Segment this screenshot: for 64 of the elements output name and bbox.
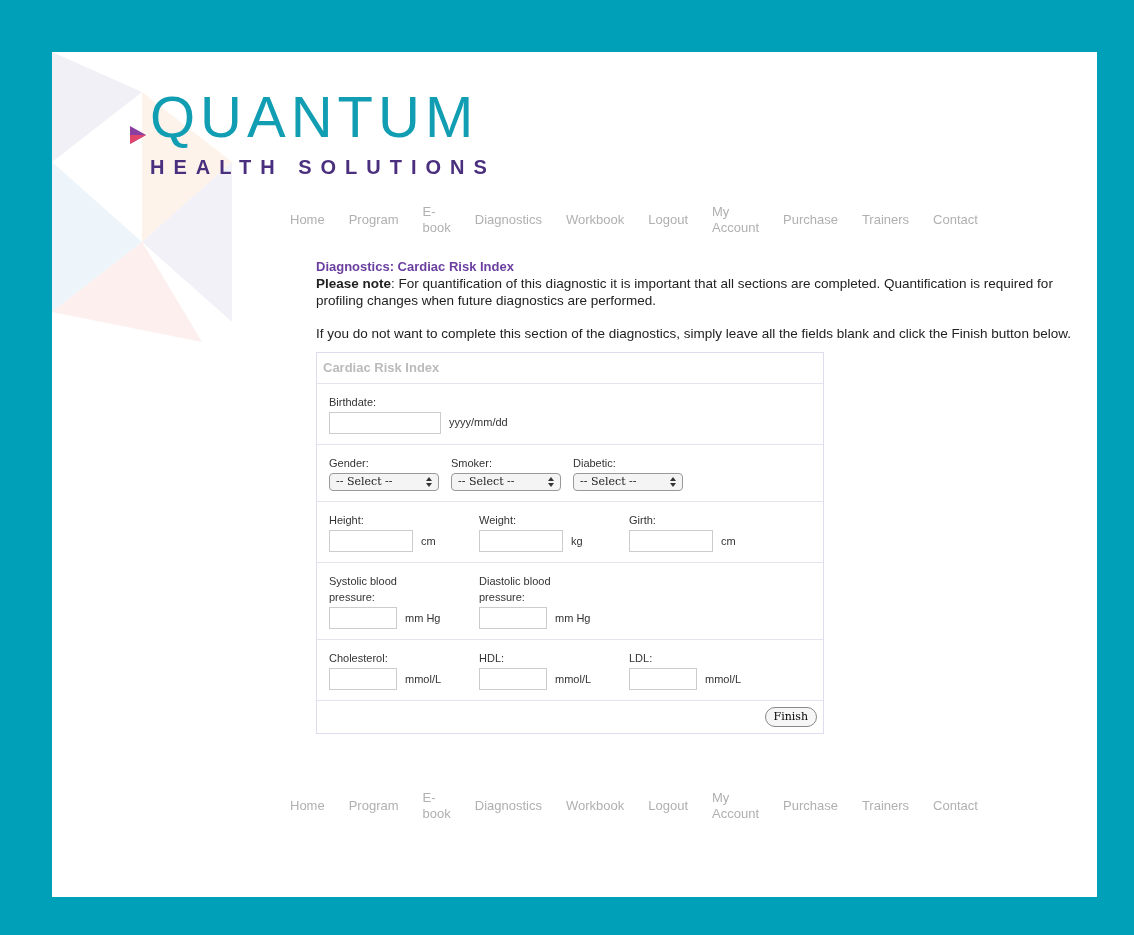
text-input[interactable] — [629, 668, 697, 690]
field-label: HDL: — [479, 651, 506, 666]
unit-label: mmol/L — [405, 671, 442, 687]
updown-arrows-icon — [670, 477, 676, 487]
nav-link[interactable]: Logout — [648, 798, 688, 814]
select-dropdown[interactable]: -- Select -- — [573, 473, 683, 491]
updown-arrows-icon — [548, 477, 554, 487]
text-input[interactable] — [479, 530, 563, 552]
field-label: Weight: — [479, 513, 518, 528]
unit-label: mmol/L — [705, 671, 742, 687]
nav-link[interactable]: My Account — [712, 204, 759, 236]
text-input[interactable] — [479, 607, 547, 629]
nav-link[interactable]: Trainers — [861, 798, 910, 814]
updown-arrows-icon — [426, 477, 432, 487]
field-label: Girth: — [629, 513, 657, 528]
text-input[interactable] — [329, 530, 413, 552]
nav-link[interactable]: Workbook — [565, 798, 625, 814]
field-label: LDL: — [629, 651, 654, 666]
form-title: Cardiac Risk Index — [317, 353, 823, 384]
unit-label: cm — [421, 533, 436, 549]
nav-link[interactable]: Purchase — [783, 212, 838, 228]
nav-link[interactable]: Contact — [933, 798, 978, 814]
nav-link[interactable]: E-book — [422, 204, 451, 236]
text-input[interactable] — [329, 607, 397, 629]
nav-link[interactable]: Logout — [648, 212, 688, 228]
field-label: Birthdate: — [329, 394, 378, 410]
field-label: Smoker: — [451, 455, 493, 471]
unit-label: cm — [721, 533, 736, 549]
nav-link[interactable]: Program — [348, 798, 399, 814]
field-label: Gender: — [329, 455, 370, 471]
text-input[interactable] — [329, 668, 397, 690]
nav-link[interactable]: Contact — [933, 212, 978, 228]
nav-link[interactable]: Workbook — [565, 212, 625, 228]
page-title: Diagnostics: Cardiac Risk Index — [316, 258, 515, 275]
field-label: Cholesterol: — [329, 651, 389, 666]
field-label: Height: — [329, 513, 365, 528]
logo-tagline: HEALTH SOLUTIONS — [150, 155, 497, 180]
nav-link[interactable]: Trainers — [861, 212, 910, 228]
logo-wordmark: QUANTUM — [150, 88, 479, 146]
unit-label: mmol/L — [555, 671, 592, 687]
nav-link[interactable]: Diagnostics — [474, 212, 542, 228]
text-input[interactable] — [479, 668, 547, 690]
unit-label: mm Hg — [555, 610, 591, 626]
instructions-paragraph: If you do not want to complete this section of the diagnostics, simply leave all the fields blank and click the Finish button below. — [316, 325, 1072, 342]
text-input[interactable] — [329, 411, 441, 434]
field-label: Diabetic: — [573, 455, 617, 471]
nav-link[interactable]: Program — [348, 212, 399, 228]
text-input[interactable] — [629, 530, 713, 552]
select-dropdown[interactable]: -- Select -- — [329, 473, 439, 491]
nav-link[interactable]: Home — [290, 212, 325, 228]
note-paragraph: Please note: For quantification of this diagnostic it is important that all sections are completed. Quantification is required for profiling changes when future diagnostics are performed. — [316, 275, 1054, 309]
select-dropdown[interactable]: -- Select -- — [451, 473, 561, 491]
nav-link[interactable]: Home — [290, 798, 325, 814]
field-label: Systolic blood pressure: — [329, 574, 398, 605]
nav-link[interactable]: Diagnostics — [474, 798, 542, 814]
nav-link[interactable]: My Account — [712, 790, 759, 822]
nav-link[interactable]: Purchase — [783, 798, 838, 814]
field-label: Diastolic blood pressure: — [479, 574, 552, 605]
triangle-icon — [130, 126, 146, 144]
nav-link[interactable]: E-book — [422, 790, 451, 822]
unit-label: yyyy/mm/dd — [449, 415, 508, 431]
unit-label: mm Hg — [405, 610, 441, 626]
finish-button[interactable]: Finish — [764, 707, 817, 727]
unit-label: kg — [571, 533, 583, 549]
